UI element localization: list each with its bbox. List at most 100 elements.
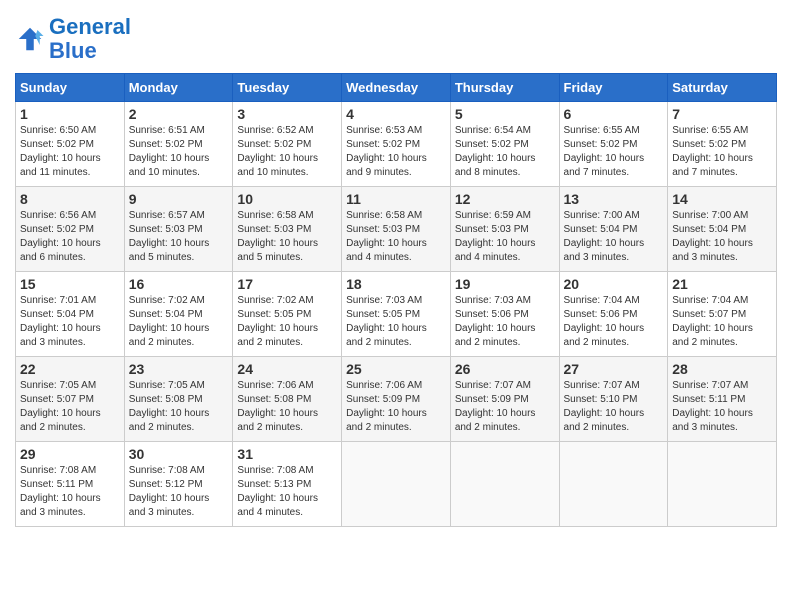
- calendar-cell: 2Sunrise: 6:51 AM Sunset: 5:02 PM Daylig…: [124, 102, 233, 187]
- calendar-body: 1 Sunrise: 6:50 AM Sunset: 5:02 PM Daylig…: [16, 102, 777, 527]
- calendar-cell: 8 Sunrise: 6:56 AM Sunset: 5:02 PM Daylig…: [16, 187, 125, 272]
- day-info: Sunrise: 7:07 AM Sunset: 5:11 PM Dayligh…: [672, 379, 772, 435]
- day-info: Sunrise: 6:58 AM Sunset: 5:03 PM Dayligh…: [237, 209, 337, 265]
- day-number: 21: [672, 276, 772, 292]
- calendar-cell: 22 Sunrise: 7:05 AM Sunset: 5:07 PM Dayli…: [16, 357, 125, 442]
- week-row-3: 15 Sunrise: 7:01 AM Sunset: 5:04 PM Dayli…: [16, 272, 777, 357]
- day-number: 28: [672, 361, 772, 377]
- day-info: Sunrise: 7:08 AM Sunset: 5:12 PM Dayligh…: [129, 464, 229, 520]
- calendar: SundayMondayTuesdayWednesdayThursdayFrid…: [15, 73, 777, 527]
- day-number: 13: [564, 191, 664, 207]
- day-number: 2: [129, 106, 229, 122]
- day-info: Sunrise: 7:05 AM Sunset: 5:07 PM Dayligh…: [20, 379, 120, 435]
- calendar-cell: 11 Sunrise: 6:58 AM Sunset: 5:03 PM Dayli…: [342, 187, 451, 272]
- weekday-header-thursday: Thursday: [450, 74, 559, 102]
- day-info: Sunrise: 6:50 AM Sunset: 5:02 PM Dayligh…: [20, 124, 120, 180]
- day-number: 26: [455, 361, 555, 377]
- weekday-header-tuesday: Tuesday: [233, 74, 342, 102]
- calendar-header: SundayMondayTuesdayWednesdayThursdayFrid…: [16, 74, 777, 102]
- day-number: 24: [237, 361, 337, 377]
- weekday-row: SundayMondayTuesdayWednesdayThursdayFrid…: [16, 74, 777, 102]
- header: General Blue: [15, 15, 777, 63]
- weekday-header-saturday: Saturday: [668, 74, 777, 102]
- day-info: Sunrise: 6:57 AM Sunset: 5:03 PM Dayligh…: [129, 209, 229, 265]
- day-number: 15: [20, 276, 120, 292]
- day-info: Sunrise: 7:02 AM Sunset: 5:05 PM Dayligh…: [237, 294, 337, 350]
- day-info: Sunrise: 6:58 AM Sunset: 5:03 PM Dayligh…: [346, 209, 446, 265]
- day-info: Sunrise: 7:01 AM Sunset: 5:04 PM Dayligh…: [20, 294, 120, 350]
- day-info: Sunrise: 7:03 AM Sunset: 5:06 PM Dayligh…: [455, 294, 555, 350]
- day-info: Sunrise: 7:06 AM Sunset: 5:09 PM Dayligh…: [346, 379, 446, 435]
- week-row-2: 8 Sunrise: 6:56 AM Sunset: 5:02 PM Daylig…: [16, 187, 777, 272]
- calendar-cell: 31Sunrise: 7:08 AM Sunset: 5:13 PM Dayli…: [233, 442, 342, 527]
- calendar-cell: [668, 442, 777, 527]
- day-info: Sunrise: 7:02 AM Sunset: 5:04 PM Dayligh…: [129, 294, 229, 350]
- day-number: 17: [237, 276, 337, 292]
- day-info: Sunrise: 6:54 AM Sunset: 5:02 PM Dayligh…: [455, 124, 555, 180]
- weekday-header-monday: Monday: [124, 74, 233, 102]
- day-number: 25: [346, 361, 446, 377]
- day-number: 9: [129, 191, 229, 207]
- day-number: 18: [346, 276, 446, 292]
- week-row-5: 29 Sunrise: 7:08 AM Sunset: 5:11 PM Dayli…: [16, 442, 777, 527]
- calendar-cell: 5Sunrise: 6:54 AM Sunset: 5:02 PM Daylig…: [450, 102, 559, 187]
- calendar-cell: 15 Sunrise: 7:01 AM Sunset: 5:04 PM Dayli…: [16, 272, 125, 357]
- day-number: 23: [129, 361, 229, 377]
- day-number: 14: [672, 191, 772, 207]
- calendar-cell: 29 Sunrise: 7:08 AM Sunset: 5:11 PM Dayli…: [16, 442, 125, 527]
- calendar-cell: 26 Sunrise: 7:07 AM Sunset: 5:09 PM Dayli…: [450, 357, 559, 442]
- day-info: Sunrise: 7:08 AM Sunset: 5:11 PM Dayligh…: [20, 464, 120, 520]
- calendar-cell: 13Sunrise: 7:00 AM Sunset: 5:04 PM Dayli…: [559, 187, 668, 272]
- day-number: 12: [455, 191, 555, 207]
- calendar-cell: 21Sunrise: 7:04 AM Sunset: 5:07 PM Dayli…: [668, 272, 777, 357]
- day-info: Sunrise: 7:05 AM Sunset: 5:08 PM Dayligh…: [129, 379, 229, 435]
- day-info: Sunrise: 6:55 AM Sunset: 5:02 PM Dayligh…: [564, 124, 664, 180]
- calendar-cell: 24 Sunrise: 7:06 AM Sunset: 5:08 PM Dayli…: [233, 357, 342, 442]
- day-info: Sunrise: 7:00 AM Sunset: 5:04 PM Dayligh…: [672, 209, 772, 265]
- day-number: 10: [237, 191, 337, 207]
- calendar-cell: 6Sunrise: 6:55 AM Sunset: 5:02 PM Daylig…: [559, 102, 668, 187]
- day-number: 27: [564, 361, 664, 377]
- day-number: 7: [672, 106, 772, 122]
- calendar-cell: 3Sunrise: 6:52 AM Sunset: 5:02 PM Daylig…: [233, 102, 342, 187]
- day-info: Sunrise: 6:56 AM Sunset: 5:02 PM Dayligh…: [20, 209, 120, 265]
- calendar-cell: 16 Sunrise: 7:02 AM Sunset: 5:04 PM Dayli…: [124, 272, 233, 357]
- day-info: Sunrise: 6:59 AM Sunset: 5:03 PM Dayligh…: [455, 209, 555, 265]
- calendar-cell: [559, 442, 668, 527]
- calendar-cell: 18 Sunrise: 7:03 AM Sunset: 5:05 PM Dayli…: [342, 272, 451, 357]
- logo-text: General Blue: [49, 15, 131, 63]
- calendar-cell: 19Sunrise: 7:03 AM Sunset: 5:06 PM Dayli…: [450, 272, 559, 357]
- calendar-cell: [450, 442, 559, 527]
- calendar-cell: 4Sunrise: 6:53 AM Sunset: 5:02 PM Daylig…: [342, 102, 451, 187]
- day-info: Sunrise: 6:53 AM Sunset: 5:02 PM Dayligh…: [346, 124, 446, 180]
- day-number: 30: [129, 446, 229, 462]
- day-number: 1: [20, 106, 120, 122]
- calendar-cell: 14 Sunrise: 7:00 AM Sunset: 5:04 PM Dayli…: [668, 187, 777, 272]
- day-info: Sunrise: 7:03 AM Sunset: 5:05 PM Dayligh…: [346, 294, 446, 350]
- calendar-cell: 23 Sunrise: 7:05 AM Sunset: 5:08 PM Dayli…: [124, 357, 233, 442]
- calendar-cell: [342, 442, 451, 527]
- day-info: Sunrise: 7:04 AM Sunset: 5:06 PM Dayligh…: [564, 294, 664, 350]
- day-info: Sunrise: 7:08 AM Sunset: 5:13 PM Dayligh…: [237, 464, 337, 520]
- day-number: 11: [346, 191, 446, 207]
- calendar-cell: 30 Sunrise: 7:08 AM Sunset: 5:12 PM Dayli…: [124, 442, 233, 527]
- calendar-cell: 25 Sunrise: 7:06 AM Sunset: 5:09 PM Dayli…: [342, 357, 451, 442]
- calendar-cell: 9 Sunrise: 6:57 AM Sunset: 5:03 PM Daylig…: [124, 187, 233, 272]
- day-number: 29: [20, 446, 120, 462]
- weekday-header-friday: Friday: [559, 74, 668, 102]
- day-number: 16: [129, 276, 229, 292]
- day-info: Sunrise: 7:06 AM Sunset: 5:08 PM Dayligh…: [237, 379, 337, 435]
- calendar-cell: 1 Sunrise: 6:50 AM Sunset: 5:02 PM Daylig…: [16, 102, 125, 187]
- day-number: 3: [237, 106, 337, 122]
- logo-icon: [15, 24, 45, 54]
- calendar-cell: 12 Sunrise: 6:59 AM Sunset: 5:03 PM Dayli…: [450, 187, 559, 272]
- day-number: 8: [20, 191, 120, 207]
- calendar-cell: 10 Sunrise: 6:58 AM Sunset: 5:03 PM Dayli…: [233, 187, 342, 272]
- calendar-cell: 28 Sunrise: 7:07 AM Sunset: 5:11 PM Dayli…: [668, 357, 777, 442]
- day-number: 20: [564, 276, 664, 292]
- week-row-1: 1 Sunrise: 6:50 AM Sunset: 5:02 PM Daylig…: [16, 102, 777, 187]
- weekday-header-sunday: Sunday: [16, 74, 125, 102]
- day-info: Sunrise: 7:07 AM Sunset: 5:09 PM Dayligh…: [455, 379, 555, 435]
- day-number: 22: [20, 361, 120, 377]
- day-info: Sunrise: 7:07 AM Sunset: 5:10 PM Dayligh…: [564, 379, 664, 435]
